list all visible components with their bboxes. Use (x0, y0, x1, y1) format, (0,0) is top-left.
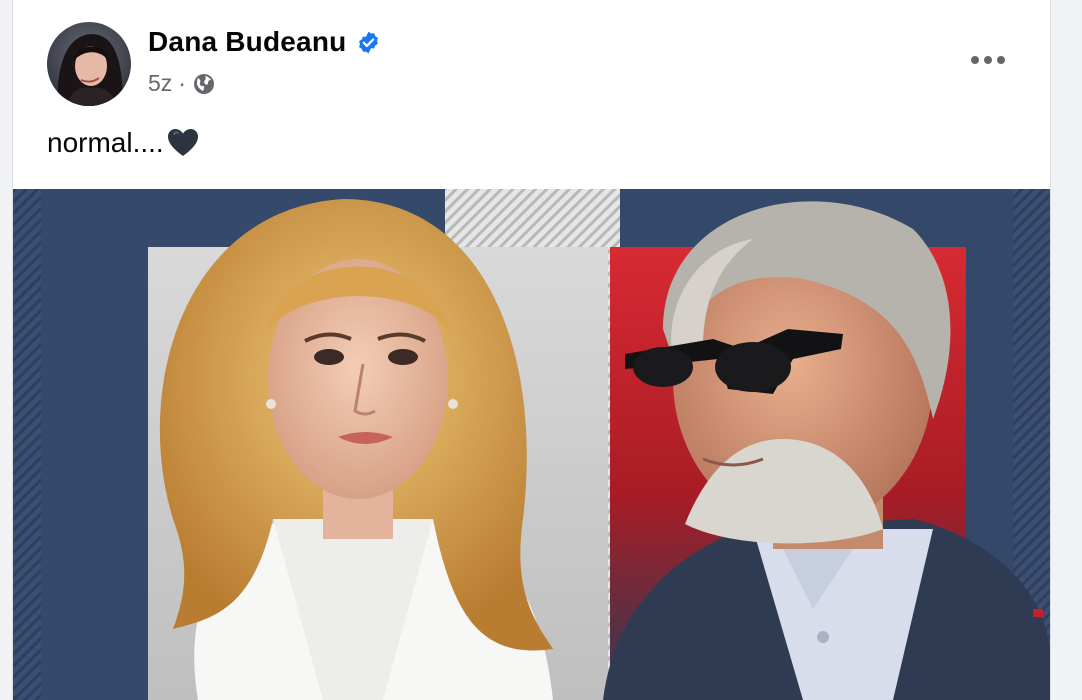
black-heart-icon (166, 126, 200, 160)
author-name[interactable]: Dana Budeanu (148, 26, 346, 58)
author-avatar[interactable] (47, 22, 131, 106)
post-meta: 5z · (148, 70, 216, 97)
post-image[interactable] (13, 189, 1050, 700)
more-horizontal-icon (971, 56, 1005, 64)
post-message: normal.... (47, 126, 200, 160)
post-photo (13, 189, 1050, 700)
author-row: Dana Budeanu (148, 26, 381, 58)
globe-icon[interactable] (192, 72, 216, 96)
post-card: Dana Budeanu 5z · normal.... (12, 0, 1051, 700)
post-options-button[interactable] (966, 40, 1010, 80)
meta-separator: · (178, 70, 186, 96)
avatar-image (47, 22, 131, 106)
post-text: normal.... (47, 127, 164, 158)
verified-badge-icon (356, 30, 381, 55)
post-timestamp[interactable]: 5z (148, 70, 172, 97)
